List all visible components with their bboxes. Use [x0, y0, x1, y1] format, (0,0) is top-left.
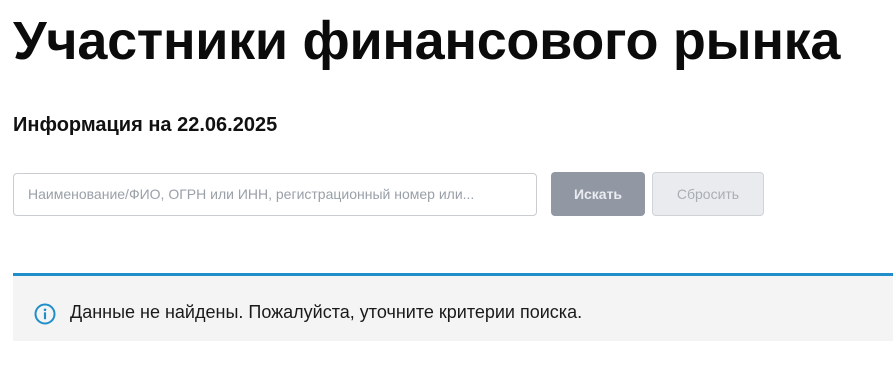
no-results-notice: Данные не найдены. Пожалуйста, уточните … — [13, 273, 893, 341]
search-input[interactable] — [13, 172, 537, 216]
page-title: Участники финансового рынка — [13, 11, 841, 71]
info-date-label: Информация на 22.06.2025 — [13, 114, 278, 136]
page: Участники финансового рынка Информация н… — [0, 0, 893, 391]
search-button[interactable]: Искать — [551, 172, 645, 216]
notice-message: Данные не найдены. Пожалуйста, уточните … — [70, 302, 583, 322]
reset-button[interactable]: Сбросить — [652, 172, 764, 216]
search-bar: Искать Сбросить — [13, 172, 764, 216]
info-circle-icon — [34, 303, 56, 325]
